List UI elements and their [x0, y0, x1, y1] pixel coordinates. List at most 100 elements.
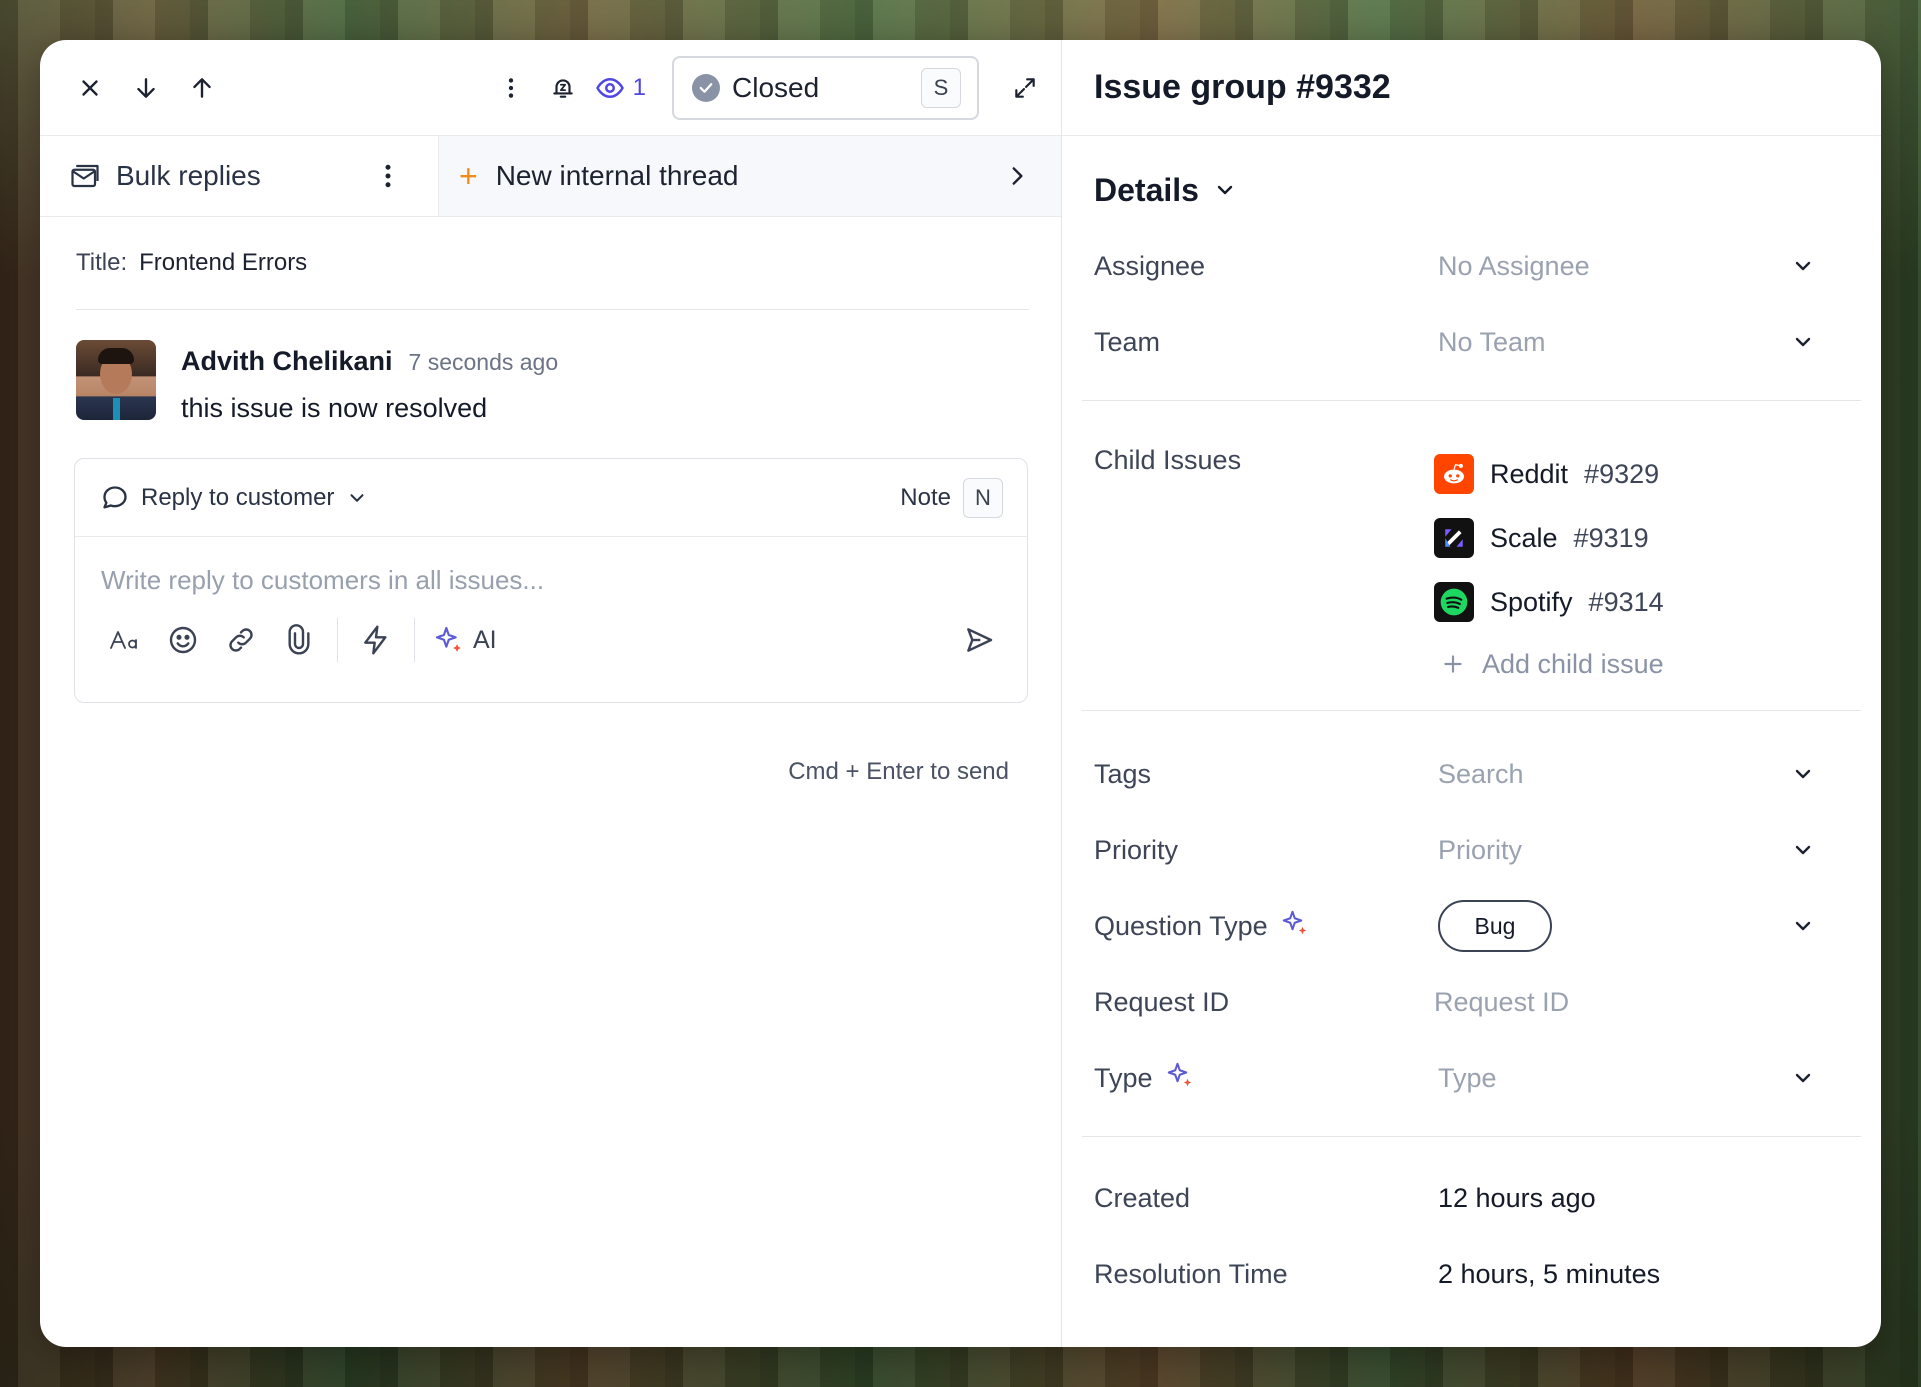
question-type-badge[interactable]: Bug — [1438, 900, 1552, 952]
new-internal-thread-button[interactable]: + New internal thread — [439, 136, 1061, 216]
thread-bar: Bulk replies + New internal thread — [40, 136, 1061, 217]
lightning-icon[interactable] — [356, 620, 396, 660]
avatar — [76, 340, 156, 420]
ai-button[interactable]: AI — [433, 624, 497, 656]
more-vertical-icon[interactable] — [491, 68, 531, 108]
resolution-time-row: Resolution Time 2 hours, 5 minutes — [1062, 1244, 1881, 1304]
top-toolbar: 1 Closed S — [40, 40, 1061, 136]
chevron-down-icon[interactable] — [1783, 762, 1823, 786]
toolbar-divider — [414, 618, 415, 662]
sparkle-icon — [1280, 908, 1310, 945]
spotify-logo-icon — [1434, 582, 1474, 622]
created-row: Created 12 hours ago — [1062, 1168, 1881, 1228]
chevron-down-icon[interactable] — [1783, 838, 1823, 862]
status-shortcut-key: S — [921, 68, 961, 108]
watchers-button[interactable]: 1 — [595, 73, 646, 103]
snooze-bell-icon[interactable] — [543, 68, 583, 108]
child-issues-label: Child Issues — [1094, 444, 1242, 475]
add-child-issue-button[interactable]: Add child issue — [1434, 634, 1664, 694]
tags-label: Tags — [1094, 758, 1152, 789]
sparkle-icon — [1165, 1060, 1195, 1097]
eye-icon — [595, 77, 624, 99]
title-label: Title: — [76, 249, 128, 276]
scale-logo-icon — [1434, 518, 1474, 558]
type-value: Type — [1438, 1062, 1497, 1093]
type-row[interactable]: Type Type — [1062, 1048, 1881, 1108]
resolution-time-value: 2 hours, 5 minutes — [1438, 1258, 1661, 1289]
priority-label: Priority — [1094, 834, 1179, 865]
plus-icon — [1444, 655, 1462, 673]
team-row[interactable]: Team No Team — [1062, 312, 1881, 372]
reply-input[interactable]: Write reply to customers in all issues..… — [75, 537, 1027, 596]
priority-value: Priority — [1438, 834, 1523, 865]
section-divider — [1082, 400, 1861, 401]
send-hint: Cmd + Enter to send — [788, 758, 1009, 785]
reply-mode-dropdown[interactable]: Reply to customer — [141, 484, 334, 512]
message-time: 7 seconds ago — [408, 349, 559, 375]
team-label: Team — [1094, 326, 1161, 357]
chevron-down-icon[interactable] — [1783, 254, 1823, 278]
emoji-icon[interactable] — [163, 620, 203, 660]
plus-icon: + — [459, 157, 478, 194]
tags-search-input[interactable]: Search — [1438, 759, 1783, 790]
chevron-down-icon[interactable] — [1783, 1066, 1823, 1090]
assignee-label: Assignee — [1094, 250, 1206, 281]
details-pane: Issue group #9332 Details Assignee No As… — [1062, 40, 1881, 1347]
close-icon[interactable] — [70, 68, 110, 108]
section-divider — [1082, 1136, 1861, 1137]
link-icon[interactable] — [221, 620, 261, 660]
assignee-value: No Assignee — [1438, 250, 1590, 281]
child-issue-scale[interactable]: Scale #9319 — [1434, 506, 1664, 570]
chat-bubble-icon — [103, 485, 127, 508]
assignee-row[interactable]: Assignee No Assignee — [1062, 236, 1881, 296]
chevron-down-icon[interactable] — [1783, 330, 1823, 354]
section-divider — [1082, 710, 1861, 711]
sparkle-icon — [435, 626, 461, 652]
status-label: Closed — [732, 72, 820, 103]
message: Advith Chelikani 7 seconds ago this issu… — [40, 310, 1061, 424]
details-label: Details — [1094, 171, 1199, 208]
toolbar-divider — [337, 618, 338, 662]
add-child-label: Add child issue — [1482, 648, 1664, 679]
text-format-icon[interactable] — [105, 620, 145, 660]
check-circle-icon — [692, 74, 720, 102]
child-issue-number: #9319 — [1573, 522, 1649, 553]
chevron-right-icon — [997, 156, 1037, 196]
issue-title-line: Title: Frontend Errors — [76, 217, 1029, 310]
chevron-down-icon[interactable] — [1783, 914, 1823, 938]
send-icon[interactable] — [959, 620, 999, 660]
more-vertical-icon[interactable] — [368, 156, 408, 196]
message-text: this issue is now resolved — [181, 393, 488, 423]
ai-label: AI — [473, 625, 497, 654]
child-issues-list: Reddit #9329 Scale #9319 Spotify #9314 A… — [1434, 442, 1664, 694]
chevron-down-icon — [1217, 185, 1233, 195]
child-issue-spotify[interactable]: Spotify #9314 — [1434, 570, 1664, 634]
new-thread-label: New internal thread — [495, 160, 739, 191]
priority-row[interactable]: Priority Priority — [1062, 820, 1881, 880]
request-id-input[interactable]: Request ID — [1434, 987, 1849, 1018]
note-shortcut-key: N — [963, 477, 1003, 518]
child-issue-name: Scale — [1490, 522, 1558, 553]
message-author: Advith Chelikani — [181, 346, 393, 376]
conversation-pane: 1 Closed S Bulk replies + New internal t… — [40, 40, 1062, 1347]
team-value: No Team — [1438, 326, 1546, 357]
details-section-toggle[interactable]: Details — [1062, 136, 1881, 214]
chevron-down-icon[interactable] — [346, 487, 368, 509]
arrow-down-icon[interactable] — [126, 68, 166, 108]
created-value: 12 hours ago — [1438, 1182, 1596, 1213]
child-issue-reddit[interactable]: Reddit #9329 — [1434, 442, 1664, 506]
mail-stack-icon — [71, 164, 99, 188]
child-issue-name: Reddit — [1490, 458, 1569, 489]
title-value: Frontend Errors — [139, 249, 308, 276]
note-toggle[interactable]: Note N — [900, 477, 1003, 518]
request-id-row[interactable]: Request ID Request ID — [1062, 972, 1881, 1032]
request-id-label: Request ID — [1094, 986, 1230, 1017]
tags-row[interactable]: Tags Search — [1062, 744, 1881, 804]
paperclip-icon[interactable] — [279, 620, 319, 660]
bulk-replies-tab[interactable]: Bulk replies — [40, 136, 439, 216]
arrow-up-icon[interactable] — [182, 68, 222, 108]
status-button[interactable]: Closed S — [672, 56, 979, 120]
question-type-row[interactable]: Question Type Bug — [1062, 896, 1881, 956]
child-issue-number: #9314 — [1588, 586, 1664, 617]
expand-icon[interactable] — [1005, 68, 1045, 108]
